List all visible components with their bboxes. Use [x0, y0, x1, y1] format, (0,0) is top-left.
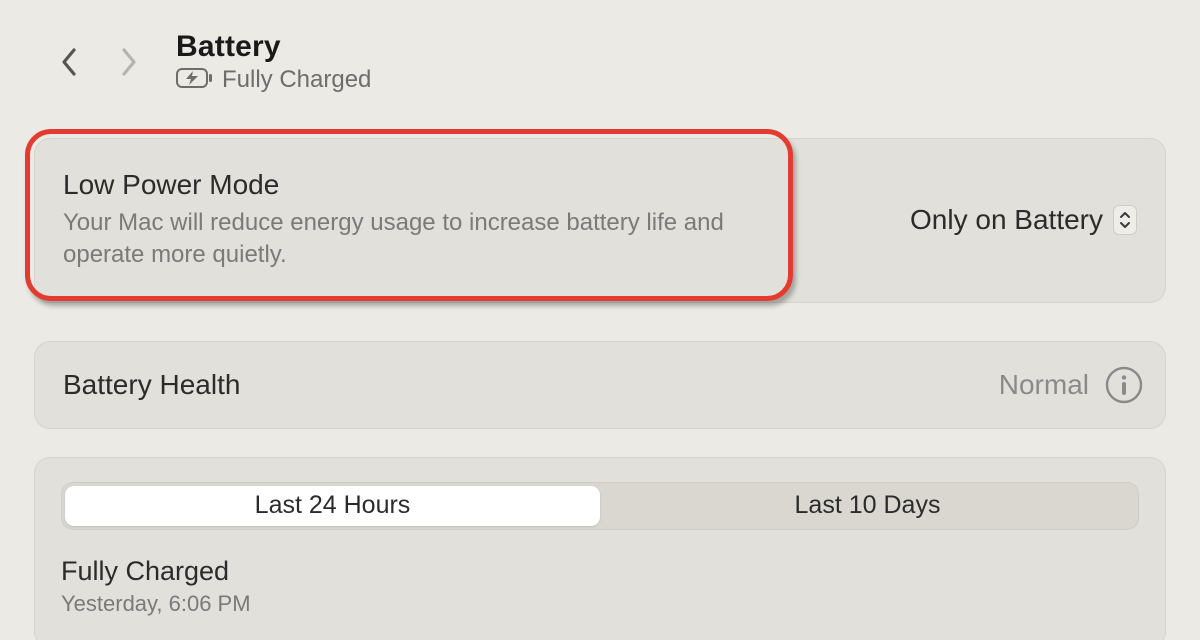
battery-charging-icon [176, 68, 212, 93]
time-range-segmented-control: Last 24 Hours Last 10 Days [61, 482, 1139, 530]
battery-health-title: Battery Health [63, 369, 240, 401]
low-power-dropdown[interactable]: Only on Battery [910, 204, 1137, 236]
header: Battery Fully Charged [34, 24, 1166, 118]
low-power-card: Low Power Mode Your Mac will reduce ener… [34, 138, 1166, 303]
back-button[interactable] [60, 47, 78, 77]
low-power-section: Low Power Mode Your Mac will reduce ener… [34, 138, 1166, 303]
low-power-value: Only on Battery [910, 204, 1103, 236]
low-power-description: Your Mac will reduce energy usage to inc… [63, 207, 783, 272]
page-title: Battery [176, 30, 371, 64]
tab-last-24-hours[interactable]: Last 24 Hours [65, 486, 600, 526]
charge-status-time: Yesterday, 6:06 PM [61, 591, 1139, 617]
charge-status-title: Fully Charged [61, 556, 1139, 587]
battery-health-status: Normal [999, 369, 1089, 401]
low-power-title: Low Power Mode [63, 169, 783, 201]
battery-health-card: Battery Health Normal [34, 341, 1166, 429]
page-subtitle: Fully Charged [222, 66, 371, 94]
header-titles: Battery Fully Charged [176, 30, 371, 94]
tab-last-10-days[interactable]: Last 10 Days [600, 486, 1135, 526]
dropdown-stepper-icon [1113, 205, 1137, 235]
forward-button[interactable] [120, 47, 138, 77]
usage-card: Last 24 Hours Last 10 Days Fully Charged… [34, 457, 1166, 640]
nav-arrows [60, 47, 138, 77]
info-button[interactable] [1105, 366, 1143, 404]
